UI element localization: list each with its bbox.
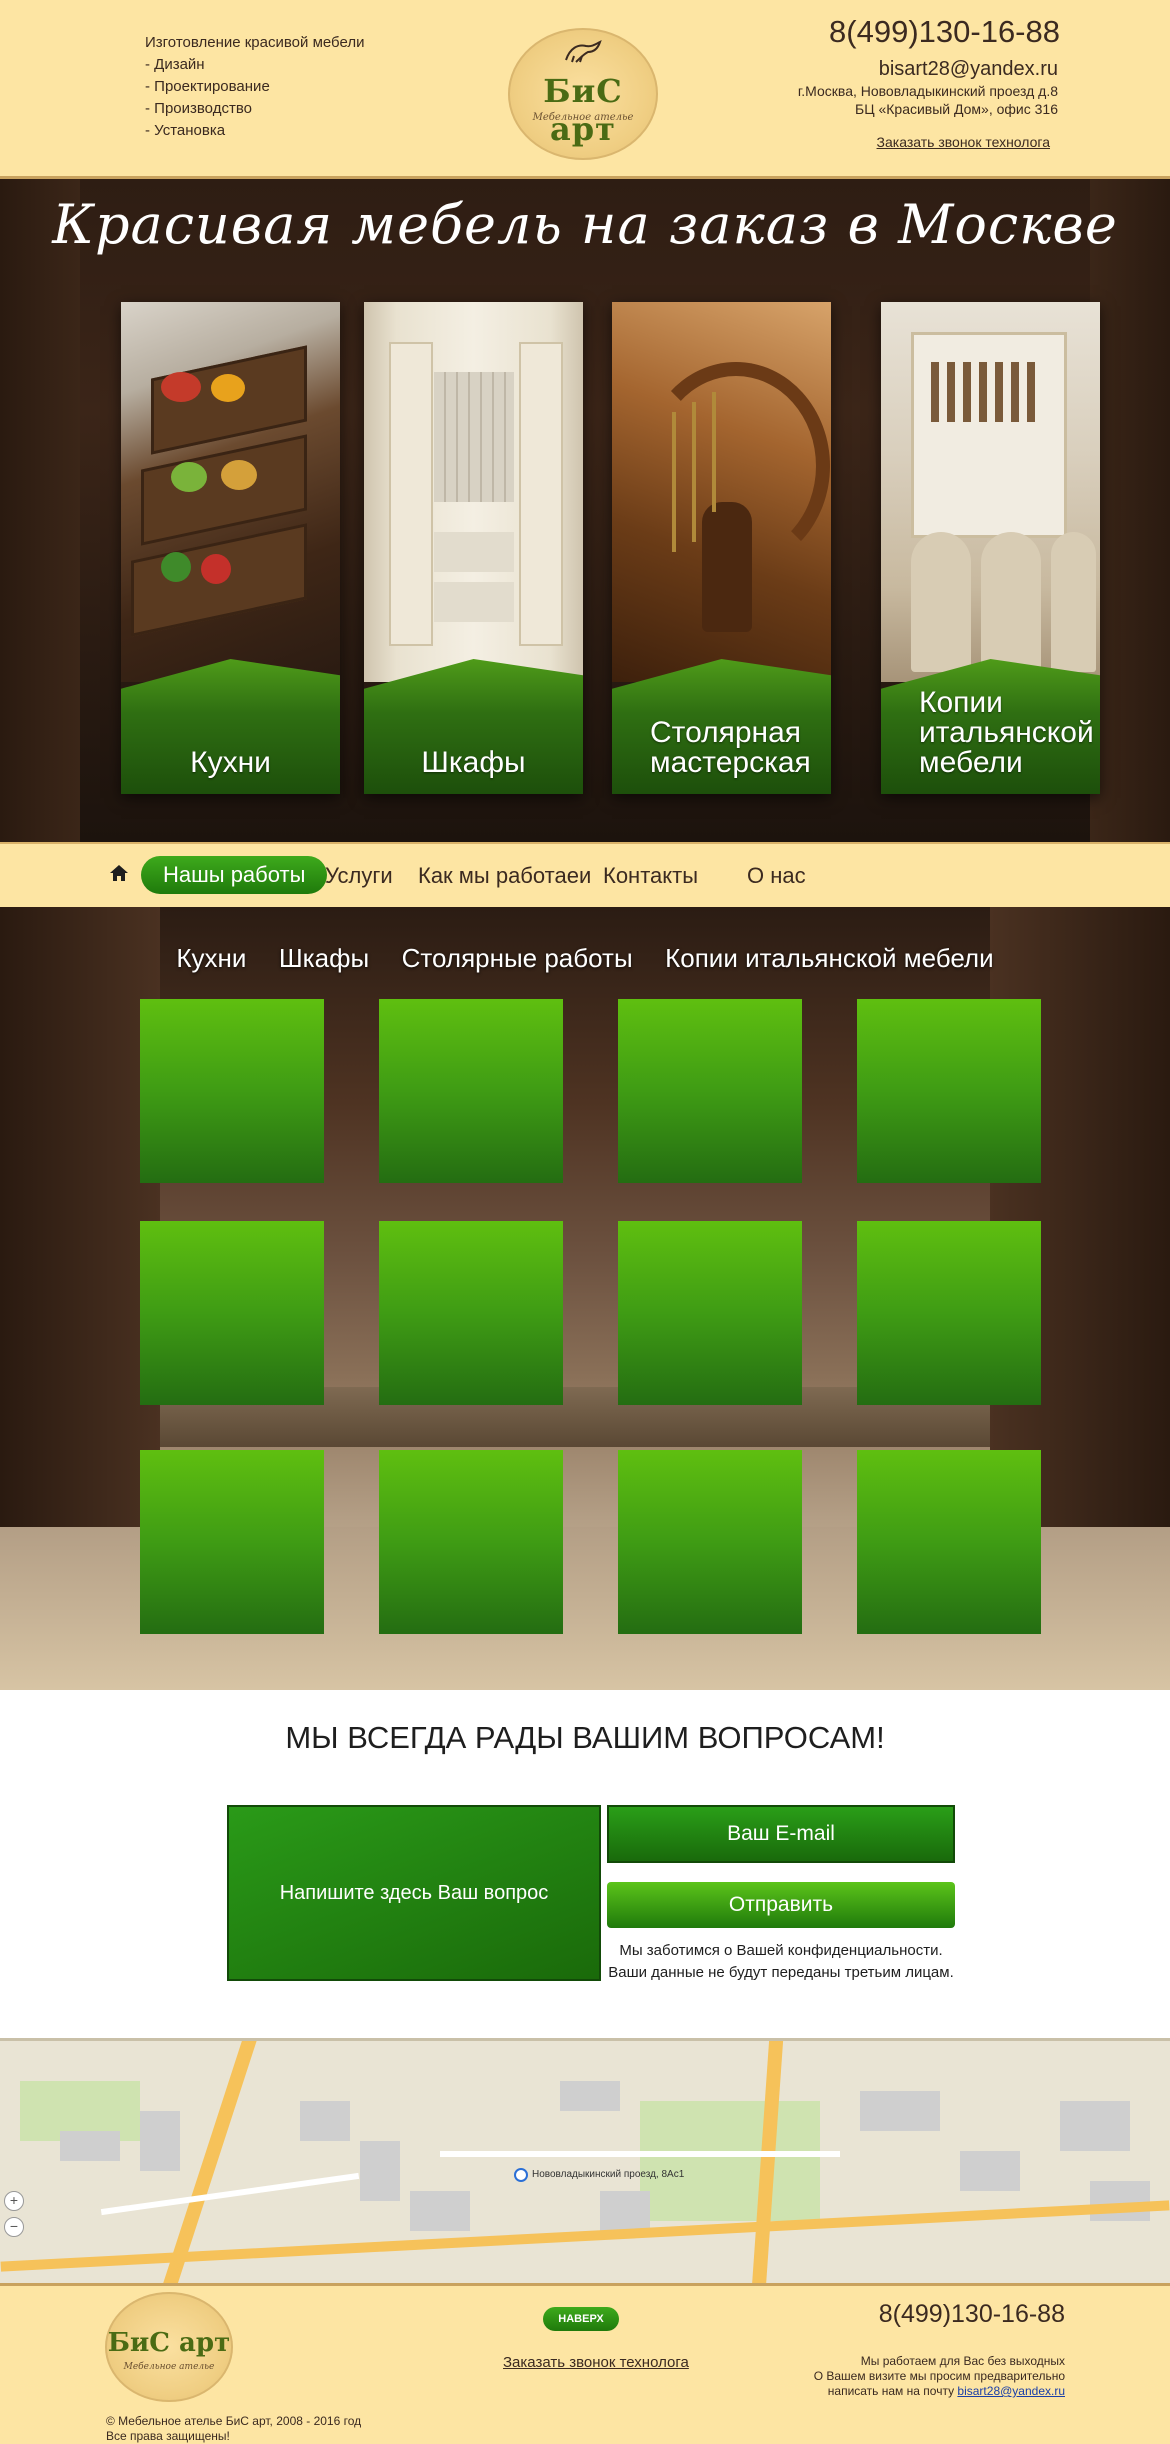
nav-item-about[interactable]: О нас [747, 844, 806, 907]
footer-logo[interactable]: БиС арт Мебельное ателье [105, 2292, 233, 2402]
question-textarea[interactable]: Напишите здесь Ваш вопрос [227, 1805, 601, 1981]
portfolio-tile[interactable] [140, 1221, 324, 1405]
nav-item-contacts[interactable]: Контакты [603, 844, 698, 907]
footer-note-line: Мы работаем для Вас без выходных [860, 2354, 1065, 2368]
site-header: Изготовление красивой мебели - Дизайн - … [0, 0, 1170, 179]
services-item: - Дизайн [145, 56, 205, 73]
copyright: © Мебельное ателье БиС арт, 2008 - 2016 … [106, 2414, 361, 2444]
address-line: БЦ «Красивый Дом», офис 316 [855, 101, 1058, 117]
category-card-kitchens[interactable]: Кухни [121, 302, 340, 794]
header-address: г.Москва, Нововладыкинский проезд д.8 БЦ… [798, 82, 1058, 118]
logo-name: БиС арт [543, 72, 623, 148]
main-nav: Нашы работы Услуги Как мы работаеи Конта… [0, 842, 1170, 911]
map-park [640, 2101, 820, 2221]
nav-item-our-works[interactable]: Нашы работы [141, 856, 328, 894]
portfolio-tile[interactable] [379, 999, 563, 1183]
portfolio-tab-italian[interactable]: Копии итальянской мебели [665, 943, 994, 974]
map-pin-label: Нововладыкинский проезд, 8Ас1 [532, 2169, 685, 2180]
footer-note-line: О Вашем визите мы просим предварительно [813, 2369, 1065, 2383]
location-pin-icon[interactable] [514, 2168, 528, 2182]
portfolio-tabs: Кухни Шкафы Столярные работы Копии италь… [0, 943, 1170, 974]
portfolio-tile[interactable] [618, 1221, 802, 1405]
privacy-line: Мы заботимся о Вашей конфиденциальности. [619, 1942, 943, 1959]
map-zoom-out-button[interactable]: − [4, 2217, 24, 2237]
header-phone[interactable]: 8(499)130-16-88 [829, 14, 1060, 50]
logo-name: БиС арт [107, 2328, 231, 2358]
map-building [60, 2131, 120, 2161]
portfolio-tile[interactable] [857, 1221, 1041, 1405]
services-list: Изготовление красивой мебели - Дизайн - … [145, 32, 364, 142]
map-building [360, 2141, 400, 2201]
header-email[interactable]: bisart28@yandex.ru [879, 58, 1058, 81]
horse-logo-icon [565, 40, 602, 63]
footer-callback-link[interactable]: Заказать звонок технолога [503, 2354, 689, 2371]
card-label: Шкафы [421, 746, 526, 779]
map-building [1060, 2101, 1130, 2151]
footer-note: Мы работаем для Вас без выходных О Вашем… [814, 2354, 1065, 2399]
logo-tagline: Мебельное ателье [532, 112, 634, 123]
services-item: - Производство [145, 100, 252, 117]
hero-section: Красивая мебель на заказ в Москве Кухни … [0, 179, 1170, 842]
map-building [960, 2151, 1020, 2191]
location-map[interactable]: Нововладыкинский проезд, 8Ас1 + − [0, 2038, 1170, 2286]
wardrobe-photo [364, 302, 583, 682]
site-footer: БиС арт Мебельное ателье © Мебельное ате… [0, 2283, 1170, 2444]
portfolio-tile[interactable] [140, 1450, 324, 1634]
home-icon[interactable] [108, 862, 130, 884]
footer-phone[interactable]: 8(499)130-16-88 [879, 2300, 1065, 2329]
map-street [440, 2151, 840, 2157]
hero-title: Красивая мебель на заказ в Москве [52, 193, 1118, 256]
italian-furniture-photo [881, 302, 1100, 682]
category-card-carpentry[interactable]: Столярная мастерская [612, 302, 831, 794]
logo-tagline: Мебельное ателье [123, 2362, 215, 2372]
footer-email-link[interactable]: bisart28@yandex.ru [957, 2384, 1065, 2398]
card-label: Столярная мастерская [650, 716, 811, 779]
map-building [860, 2091, 940, 2131]
map-building [300, 2101, 350, 2141]
send-button[interactable]: Отправить [607, 1882, 955, 1928]
category-card-italian-furniture[interactable]: Копии итальянской мебели [881, 302, 1100, 794]
map-zoom-in-button[interactable]: + [4, 2191, 24, 2211]
portfolio-tile[interactable] [857, 999, 1041, 1183]
services-item: - Проектирование [145, 78, 270, 95]
question-section: МЫ ВСЕГДА РАДЫ ВАШИМ ВОПРОСАМ! Напишите … [0, 1690, 1170, 2038]
hero-background-left [0, 179, 80, 842]
category-card-wardrobes[interactable]: Шкафы [364, 302, 583, 794]
portfolio-section: Кухни Шкафы Столярные работы Копии италь… [0, 907, 1170, 1690]
footer-note-line: написать нам на почту bisart28@yandex.ru [827, 2384, 1065, 2398]
portfolio-tile[interactable] [379, 1221, 563, 1405]
portfolio-tile[interactable] [140, 999, 324, 1183]
address-line: г.Москва, Нововладыкинский проезд д.8 [797, 83, 1058, 99]
services-item: - Установка [145, 122, 226, 139]
card-label: Копии итальянской мебели [919, 686, 1094, 779]
card-label: Кухни [190, 746, 271, 779]
map-building [560, 2081, 620, 2111]
callback-link[interactable]: Заказать звонок технолога [877, 134, 1050, 150]
site-logo[interactable]: БиС арт Мебельное ателье [508, 28, 658, 160]
email-field[interactable]: Ваш E-mail [607, 1805, 955, 1863]
portfolio-tile[interactable] [857, 1450, 1041, 1634]
map-building [140, 2111, 180, 2171]
portfolio-tab-carpentry[interactable]: Столярные работы [402, 943, 633, 974]
map-building [600, 2191, 650, 2231]
kitchen-photo [121, 302, 340, 682]
question-title: МЫ ВСЕГДА РАДЫ ВАШИМ ВОПРОСАМ! [285, 1720, 885, 1755]
nav-item-services[interactable]: Услуги [325, 844, 393, 907]
portfolio-tile[interactable] [618, 1450, 802, 1634]
back-to-top-button[interactable]: НАВЕРХ [543, 2307, 619, 2331]
map-building [410, 2191, 470, 2231]
staircase-photo [612, 302, 831, 682]
hero-background-right [1090, 179, 1170, 842]
portfolio-tab-wardrobes[interactable]: Шкафы [279, 943, 369, 974]
portfolio-tab-kitchens[interactable]: Кухни [176, 943, 246, 974]
portfolio-tile[interactable] [618, 999, 802, 1183]
privacy-note: Мы заботимся о Вашей конфиденциальности.… [607, 1940, 955, 1984]
privacy-line: Ваши данные не будут переданы третьим ли… [608, 1964, 954, 1981]
copyright-line: Все права защищены! [106, 2429, 230, 2443]
portfolio-tile[interactable] [379, 1450, 563, 1634]
nav-item-how-we-work[interactable]: Как мы работаеи [418, 844, 591, 907]
services-item: Изготовление красивой мебели [145, 34, 365, 51]
copyright-line: © Мебельное ателье БиС арт, 2008 - 2016 … [106, 2414, 362, 2428]
